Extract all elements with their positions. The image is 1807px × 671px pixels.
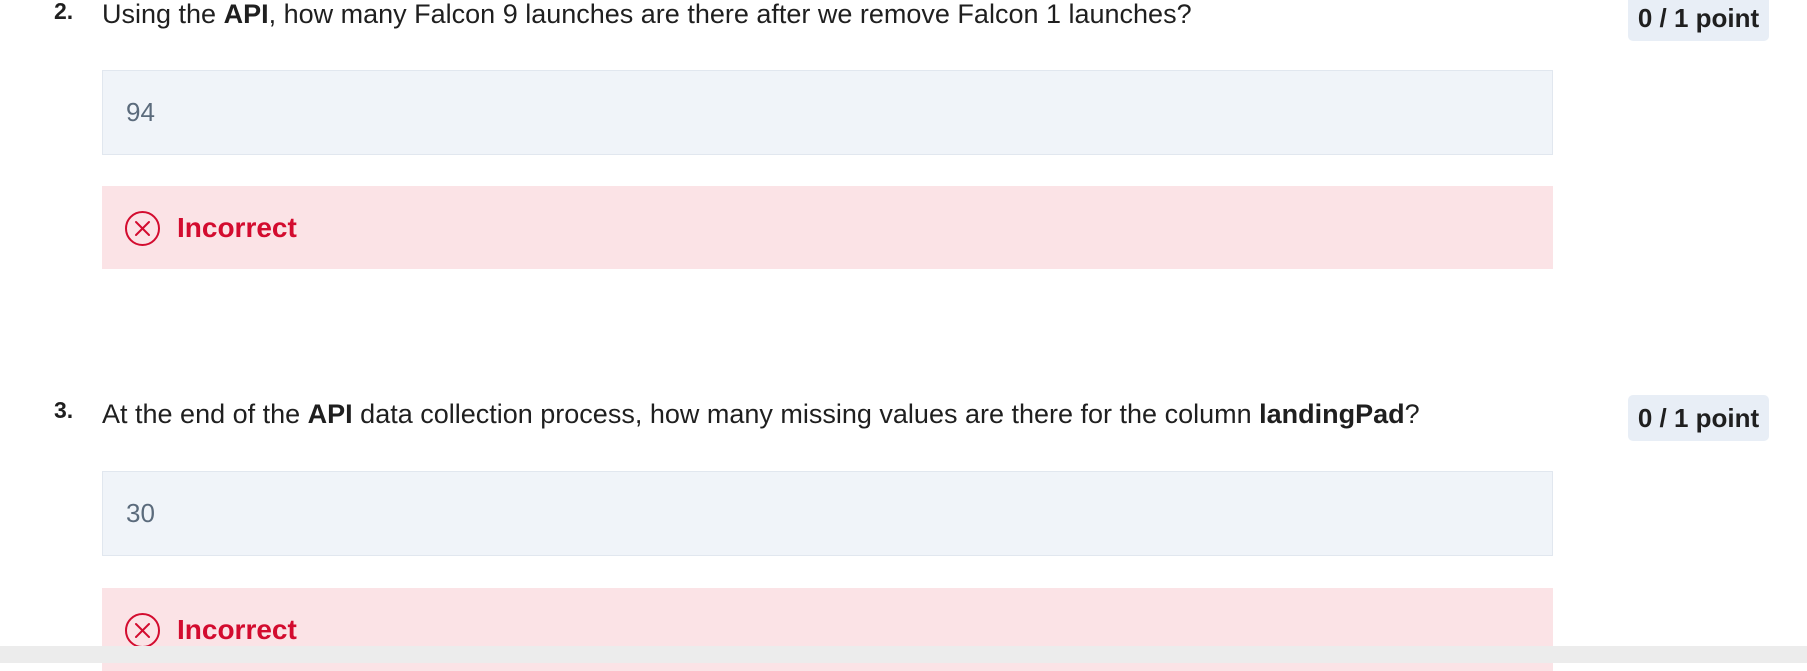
question-text-bold-landingpad: landingPad	[1259, 399, 1405, 429]
answer-field[interactable]: 94	[102, 70, 1553, 155]
points-badge: 0 / 1 point	[1628, 0, 1769, 41]
question-text-bold-api: API	[307, 399, 353, 429]
question-text-part: data collection process, how many missin…	[352, 399, 1260, 429]
bottom-scroll-bar	[0, 646, 1807, 663]
question-number: 2.	[54, 0, 74, 24]
points-badge: 0 / 1 point	[1628, 395, 1769, 441]
question-text-part: Using the	[102, 0, 224, 29]
question-text-part: At the end of the	[102, 399, 308, 429]
question-number: 3.	[54, 397, 74, 423]
question-text-part: ?	[1404, 399, 1420, 429]
feedback-incorrect: Incorrect	[102, 186, 1553, 269]
question-text: At the end of the API data collection pr…	[102, 397, 1420, 431]
question-text-part: , how many Falcon 9 launches are there a…	[268, 0, 1192, 29]
answer-value: 94	[126, 97, 155, 127]
answer-value: 30	[126, 498, 155, 528]
answer-field[interactable]: 30	[102, 471, 1553, 556]
feedback-label: Incorrect	[177, 212, 297, 243]
incorrect-circle-x-icon	[124, 612, 161, 649]
question-text: Using the API, how many Falcon 9 launche…	[102, 0, 1192, 31]
question-text-bold-api: API	[223, 0, 269, 29]
incorrect-circle-x-icon	[124, 210, 161, 247]
